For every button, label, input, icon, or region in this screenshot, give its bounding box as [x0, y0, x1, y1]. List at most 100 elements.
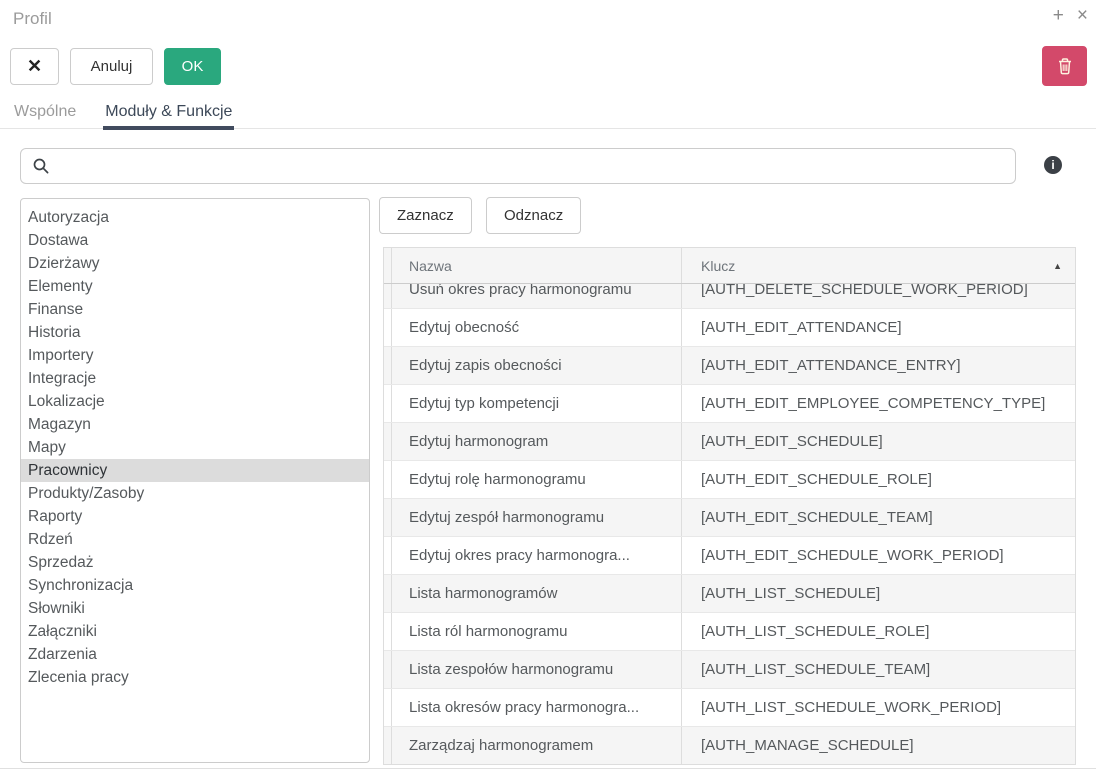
window-controls: + × — [1053, 6, 1088, 26]
cell-klucz: [AUTH_EDIT_SCHEDULE] — [682, 423, 1075, 460]
column-header-klucz[interactable]: Klucz ▲ — [682, 248, 1075, 283]
tab-moduly-funkcje[interactable]: Moduły & Funkcje — [103, 103, 234, 130]
row-gutter — [384, 461, 392, 498]
table-row[interactable]: Lista harmonogramów[AUTH_LIST_SCHEDULE] — [384, 575, 1075, 613]
category-item[interactable]: Autoryzacja — [21, 206, 369, 229]
table-row[interactable]: Lista ról harmonogramu[AUTH_LIST_SCHEDUL… — [384, 613, 1075, 651]
table-row[interactable]: Edytuj obecność[AUTH_EDIT_ATTENDANCE] — [384, 309, 1075, 347]
cell-klucz: [AUTH_EDIT_EMPLOYEE_COMPETENCY_TYPE] — [682, 385, 1075, 422]
cancel-button[interactable]: Anuluj — [70, 48, 153, 85]
cell-klucz: [AUTH_EDIT_ATTENDANCE] — [682, 309, 1075, 346]
row-gutter — [384, 689, 392, 726]
cell-nazwa: Edytuj obecność — [392, 309, 682, 346]
delete-button[interactable] — [1042, 46, 1087, 86]
ok-button[interactable]: OK — [164, 48, 221, 85]
category-item[interactable]: Produkty/Zasoby — [21, 482, 369, 505]
table-row[interactable]: Edytuj zespół harmonogramu[AUTH_EDIT_SCH… — [384, 499, 1075, 537]
table-row[interactable]: Edytuj typ kompetencji[AUTH_EDIT_EMPLOYE… — [384, 385, 1075, 423]
category-item[interactable]: Lokalizacje — [21, 390, 369, 413]
deselect-all-button[interactable]: Odznacz — [486, 197, 581, 234]
column-header-klucz-label: Klucz — [701, 258, 735, 274]
trash-icon — [1057, 57, 1073, 75]
cell-nazwa: Lista ról harmonogramu — [392, 613, 682, 650]
row-gutter — [384, 309, 392, 346]
select-all-button[interactable]: Zaznacz — [379, 197, 472, 234]
plus-icon[interactable]: + — [1053, 6, 1064, 26]
category-item[interactable]: Zlecenia pracy — [21, 666, 369, 689]
cell-nazwa: Edytuj zapis obecności — [392, 347, 682, 384]
table-header-row: Nazwa Klucz ▲ — [384, 248, 1075, 284]
row-gutter — [384, 727, 392, 764]
search-bar — [20, 148, 1016, 184]
category-item[interactable]: Synchronizacja — [21, 574, 369, 597]
window-bottom-border — [0, 768, 1096, 769]
row-gutter — [384, 284, 392, 308]
category-item[interactable]: Sprzedaż — [21, 551, 369, 574]
header-gutter — [384, 248, 392, 283]
page-title: Profil — [13, 9, 52, 29]
category-list: AutoryzacjaDostawaDzierżawyElementyFinan… — [20, 198, 370, 763]
cell-nazwa: Lista okresów pracy harmonogra... — [392, 689, 682, 726]
category-item[interactable]: Magazyn — [21, 413, 369, 436]
category-item[interactable]: Załączniki — [21, 620, 369, 643]
cell-klucz: [AUTH_EDIT_ATTENDANCE_ENTRY] — [682, 347, 1075, 384]
row-gutter — [384, 537, 392, 574]
cell-nazwa: Edytuj rolę harmonogramu — [392, 461, 682, 498]
table-row[interactable]: Edytuj okres pracy harmonogra...[AUTH_ED… — [384, 537, 1075, 575]
table-row[interactable]: Lista zespołów harmonogramu[AUTH_LIST_SC… — [384, 651, 1075, 689]
cell-nazwa: Edytuj typ kompetencji — [392, 385, 682, 422]
row-gutter — [384, 651, 392, 688]
row-gutter — [384, 575, 392, 612]
category-item[interactable]: Importery — [21, 344, 369, 367]
close-icon[interactable]: × — [1077, 6, 1088, 26]
cell-nazwa: Edytuj zespół harmonogramu — [392, 499, 682, 536]
cell-nazwa: Usuń okres pracy harmonogramu — [392, 284, 682, 308]
sort-asc-icon[interactable]: ▲ — [1053, 261, 1062, 271]
category-item[interactable]: Elementy — [21, 275, 369, 298]
table-row[interactable]: Zarządzaj harmonogramem[AUTH_MANAGE_SCHE… — [384, 727, 1075, 764]
category-item[interactable]: Finanse — [21, 298, 369, 321]
category-item[interactable]: Słowniki — [21, 597, 369, 620]
search-icon — [32, 157, 50, 175]
cell-klucz: [AUTH_LIST_SCHEDULE_WORK_PERIOD] — [682, 689, 1075, 726]
column-header-nazwa[interactable]: Nazwa — [392, 248, 682, 283]
cell-klucz: [AUTH_DELETE_SCHEDULE_WORK_PERIOD] — [682, 284, 1075, 308]
cell-klucz: [AUTH_LIST_SCHEDULE_ROLE] — [682, 613, 1075, 650]
table-row[interactable]: Lista okresów pracy harmonogra...[AUTH_L… — [384, 689, 1075, 727]
cell-klucz: [AUTH_MANAGE_SCHEDULE] — [682, 727, 1075, 764]
cell-klucz: [AUTH_EDIT_SCHEDULE_WORK_PERIOD] — [682, 537, 1075, 574]
row-gutter — [384, 347, 392, 384]
table-row[interactable]: Usuń okres pracy harmonogramu[AUTH_DELET… — [384, 284, 1075, 309]
category-item[interactable]: Pracownicy — [21, 459, 369, 482]
permissions-table: Nazwa Klucz ▲ Usuń okres pracy harmonogr… — [383, 247, 1076, 765]
info-icon[interactable]: i — [1044, 156, 1062, 174]
cell-nazwa: Lista harmonogramów — [392, 575, 682, 612]
category-item[interactable]: Raporty — [21, 505, 369, 528]
tab-wspolne[interactable]: Wspólne — [12, 103, 78, 130]
table-scroll-viewport[interactable]: Usuń okres pracy harmonogramu[AUTH_DELET… — [384, 284, 1075, 764]
category-item[interactable]: Rdzeń — [21, 528, 369, 551]
row-gutter — [384, 423, 392, 460]
row-gutter — [384, 385, 392, 422]
table-row[interactable]: Edytuj harmonogram[AUTH_EDIT_SCHEDULE] — [384, 423, 1075, 461]
table-row[interactable]: Edytuj zapis obecności[AUTH_EDIT_ATTENDA… — [384, 347, 1075, 385]
category-item[interactable]: Dostawa — [21, 229, 369, 252]
cell-klucz: [AUTH_EDIT_SCHEDULE_TEAM] — [682, 499, 1075, 536]
category-item[interactable]: Historia — [21, 321, 369, 344]
category-item[interactable]: Mapy — [21, 436, 369, 459]
cell-klucz: [AUTH_LIST_SCHEDULE_TEAM] — [682, 651, 1075, 688]
row-gutter — [384, 499, 392, 536]
close-x-button[interactable]: ✕ — [10, 48, 59, 85]
category-item[interactable]: Zdarzenia — [21, 643, 369, 666]
cell-nazwa: Edytuj okres pracy harmonogra... — [392, 537, 682, 574]
cell-klucz: [AUTH_EDIT_SCHEDULE_ROLE] — [682, 461, 1075, 498]
search-input[interactable] — [50, 149, 1015, 183]
category-item[interactable]: Dzierżawy — [21, 252, 369, 275]
table-row[interactable]: Edytuj rolę harmonogramu[AUTH_EDIT_SCHED… — [384, 461, 1075, 499]
cell-nazwa: Lista zespołów harmonogramu — [392, 651, 682, 688]
row-gutter — [384, 613, 392, 650]
cell-nazwa: Zarządzaj harmonogramem — [392, 727, 682, 764]
tab-bar: Wspólne Moduły & Funkcje — [12, 103, 234, 130]
category-item[interactable]: Integracje — [21, 367, 369, 390]
cell-klucz: [AUTH_LIST_SCHEDULE] — [682, 575, 1075, 612]
